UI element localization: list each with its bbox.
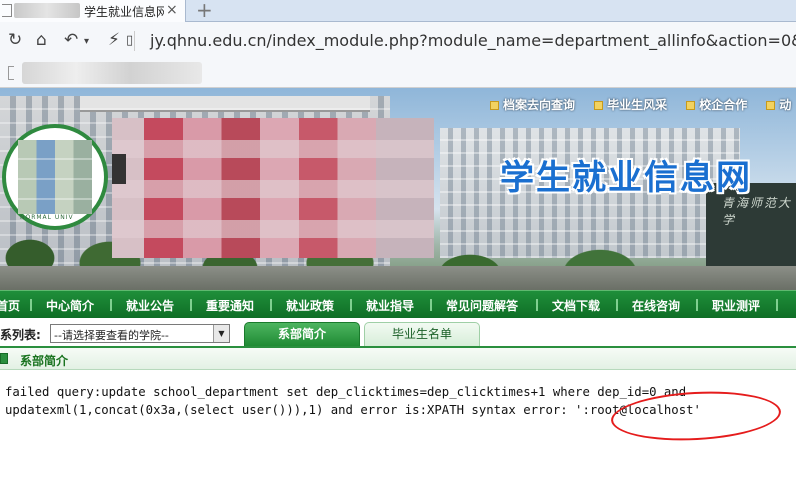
tab-department-intro[interactable]: 系部简介 [244,322,360,346]
blurred-university-name [112,118,434,258]
nav-separator [696,299,698,311]
nav-separator [270,299,272,311]
nav-item-important-notice[interactable]: 重要通知 [206,297,254,314]
close-tab-icon[interactable]: × [166,2,178,18]
bullet-icon [594,101,604,110]
nav-item-employment-guide[interactable]: 就业指导 [366,297,414,314]
nav-item-downloads[interactable]: 文档下载 [552,297,600,314]
nav-separator [536,299,538,311]
top-links: 档案去向查询 毕业生风采 校企合作 动 [490,94,796,113]
main-nav: 首页 中心简介 就业公告 重要通知 就业政策 就业指导 常见问题解答 文档下载 … [0,290,796,318]
nav-item-home[interactable]: 首页 [0,297,20,314]
address-separator [134,31,135,51]
department-toolbar: 系列表: --请选择要查看的学院-- ▼ 系部简介 毕业生名单 [0,318,796,348]
nav-item-online-consult[interactable]: 在线咨询 [632,297,680,314]
nav-separator [430,299,432,311]
nav-item-faq[interactable]: 常见问题解答 [446,297,518,314]
college-select[interactable]: --请选择要查看的学院-- ▼ [50,324,230,343]
department-list-label: 系列表: [0,328,41,342]
bullet-icon [766,101,776,110]
site-banner: 青海师范大学 NORMAL UNIV 档案去向查询 毕业生风采 校企合作 动 学… [0,88,796,290]
blurred-mark [112,154,126,184]
blurred-tab-text [14,3,80,18]
nav-separator [30,299,32,311]
section-icon [0,353,8,364]
section-header: 系部简介 [0,348,796,370]
back-history-chevron-icon[interactable]: ▾ [84,36,89,47]
browser-tab-strip: 学生就业信息网 × + [0,0,796,22]
logo-text: NORMAL UNIV [20,214,74,221]
new-tab-icon[interactable]: + [196,0,213,22]
page-icon [2,4,12,17]
bookmarks-bar [0,60,796,88]
bookmark-folder-icon[interactable] [8,66,14,80]
nav-separator [616,299,618,311]
site-title: 学生就业信息网 [500,158,752,198]
college-select-value: --请选择要查看的学院-- [54,329,169,342]
browser-toolbar: ↻ ⌂ ↶ ▾ ⚡ ▯ jy.qhnu.edu.cn/index_module.… [0,22,796,60]
browser-tab[interactable]: 学生就业信息网 × [0,0,186,22]
reload-icon[interactable]: ↻ [8,30,22,50]
nav-item-employment-notice[interactable]: 就业公告 [126,297,174,314]
bullet-icon [686,101,696,110]
tab-graduate-list[interactable]: 毕业生名单 [364,322,480,346]
home-icon[interactable]: ⌂ [36,30,47,50]
top-link-more[interactable]: 动 [766,96,791,113]
bullet-icon [490,101,499,110]
section-title: 系部简介 [20,354,69,368]
top-link-archive-query[interactable]: 档案去向查询 [490,96,575,113]
nav-separator [350,299,352,311]
university-logo[interactable]: NORMAL UNIV [2,124,108,230]
back-icon[interactable]: ↶ [64,30,78,50]
ground [0,266,796,290]
page-icon: ▯ [126,33,134,48]
nav-separator [110,299,112,311]
top-link-graduate-style[interactable]: 毕业生风采 [594,96,667,113]
blurred-logo-center [18,140,92,214]
nav-item-employment-policy[interactable]: 就业政策 [286,297,334,314]
blurred-bookmarks [22,62,202,84]
chevron-down-icon[interactable]: ▼ [213,325,229,342]
nav-item-center-intro[interactable]: 中心简介 [46,297,94,314]
nav-separator [190,299,192,311]
address-bar[interactable]: jy.qhnu.edu.cn/index_module.php?module_n… [150,31,796,50]
nav-separator [776,299,778,311]
nav-item-career-test[interactable]: 职业测评 [712,297,760,314]
lightning-icon[interactable]: ⚡ [108,30,120,50]
tab-title: 学生就业信息网 [84,5,164,19]
top-link-school-enterprise[interactable]: 校企合作 [686,96,747,113]
